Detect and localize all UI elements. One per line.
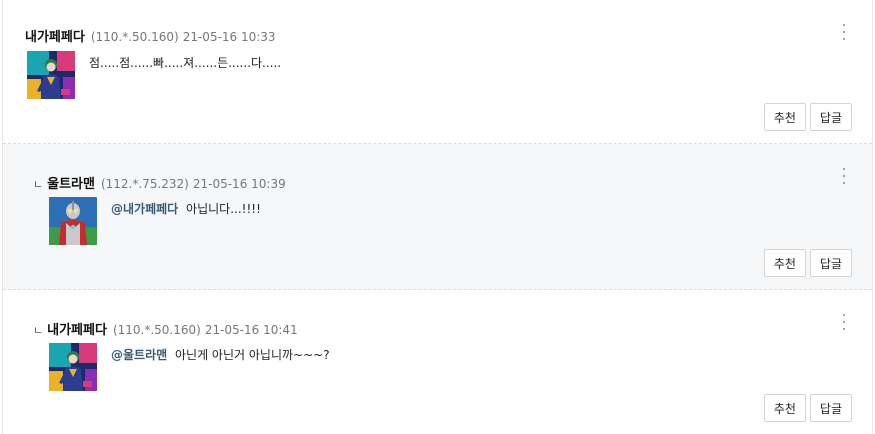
comment-actions: 추천 답글 bbox=[763, 249, 852, 277]
nickname[interactable]: 내가페페다 bbox=[25, 26, 85, 45]
comment-body: 아닙니다...!!!! bbox=[186, 202, 261, 216]
comment-meta: 내가페페다 (110.*.50.160) 21-05-16 10:33 bbox=[25, 26, 276, 45]
reply-button[interactable]: 답글 bbox=[809, 394, 852, 422]
nickname[interactable]: 내가페페다 bbox=[47, 319, 107, 338]
reply-button[interactable]: 답글 bbox=[809, 249, 852, 277]
recommend-button[interactable]: 추천 bbox=[763, 249, 806, 277]
nickname[interactable]: 울트라맨 bbox=[47, 173, 95, 192]
reply-item: ㄴ 내가페페다 (110.*.50.160) 21-05-16 10:41 @울… bbox=[3, 290, 872, 434]
ip-address: (110.*.50.160) bbox=[90, 30, 179, 44]
avatar[interactable] bbox=[27, 51, 75, 99]
joker-avatar-icon bbox=[49, 343, 97, 391]
comment-body: 점.....점......빠.....져......든......다..... bbox=[89, 56, 282, 70]
ip-address: (110.*.50.160) bbox=[112, 323, 201, 337]
comment-meta: ㄴ 울트라맨 (112.*.75.232) 21-05-16 10:39 bbox=[33, 173, 286, 192]
comment-actions: 추천 답글 bbox=[763, 103, 852, 131]
comment-date: 21-05-16 10:39 bbox=[192, 177, 286, 191]
comment-list: 내가페페다 (110.*.50.160) 21-05-16 10:33 점...… bbox=[2, 0, 873, 434]
comment-meta: ㄴ 내가페페다 (110.*.50.160) 21-05-16 10:41 bbox=[33, 319, 298, 338]
reply-marker-icon: ㄴ bbox=[33, 178, 44, 191]
reply-marker-icon: ㄴ bbox=[33, 324, 44, 337]
more-options-icon[interactable] bbox=[840, 168, 848, 184]
comment-text: @울트라맨 아닌게 아닌거 아닙니까~~~? bbox=[111, 346, 330, 363]
comment-text: @내가페페다 아닙니다...!!!! bbox=[111, 200, 261, 217]
more-options-icon[interactable] bbox=[840, 24, 848, 40]
avatar[interactable] bbox=[49, 197, 97, 245]
mention-link[interactable]: @내가페페다 bbox=[111, 202, 178, 216]
recommend-button[interactable]: 추천 bbox=[763, 394, 806, 422]
reply-button[interactable]: 답글 bbox=[809, 103, 852, 131]
avatar[interactable] bbox=[49, 343, 97, 391]
ultraman-avatar-icon bbox=[49, 197, 97, 245]
comment-item: 내가페페다 (110.*.50.160) 21-05-16 10:33 점...… bbox=[3, 0, 872, 144]
reply-item: ㄴ 울트라맨 (112.*.75.232) 21-05-16 10:39 @내가… bbox=[3, 144, 872, 290]
mention-link[interactable]: @울트라맨 bbox=[111, 348, 167, 362]
comment-actions: 추천 답글 bbox=[763, 394, 852, 422]
comment-text: 점.....점......빠.....져......든......다..... bbox=[89, 54, 281, 71]
comment-date: 21-05-16 10:33 bbox=[182, 30, 276, 44]
ip-address: (112.*.75.232) bbox=[100, 177, 189, 191]
joker-avatar-icon bbox=[27, 51, 75, 99]
comment-body: 아닌게 아닌거 아닙니까~~~? bbox=[175, 348, 330, 362]
comment-date: 21-05-16 10:41 bbox=[204, 323, 298, 337]
more-options-icon[interactable] bbox=[840, 314, 848, 330]
recommend-button[interactable]: 추천 bbox=[763, 103, 806, 131]
